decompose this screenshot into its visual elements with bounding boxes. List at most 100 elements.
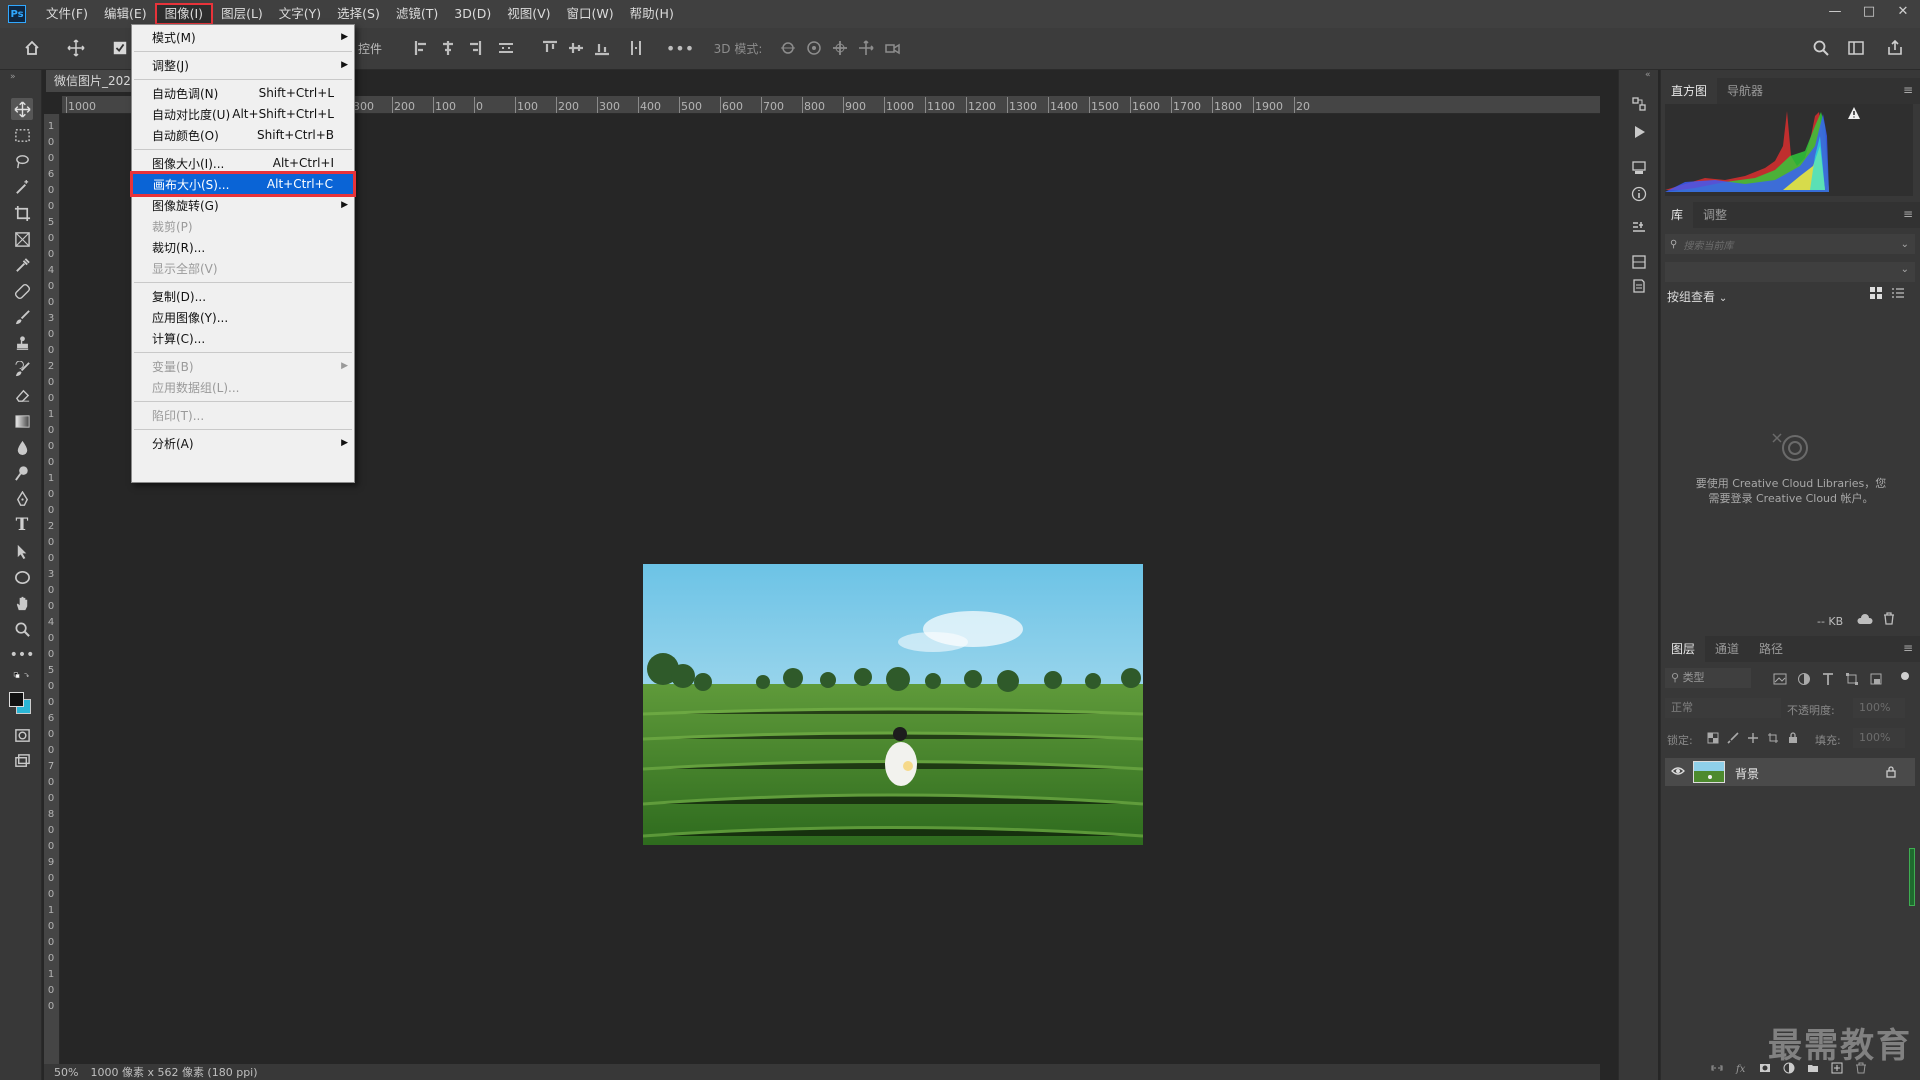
layer-row[interactable]: 背景 xyxy=(1665,758,1915,786)
tab-libraries[interactable]: 库 xyxy=(1661,202,1694,228)
tab-histogram[interactable]: 直方图 xyxy=(1661,78,1718,104)
screen-mode-icon[interactable] xyxy=(11,750,33,772)
tab-navigator[interactable]: 导航器 xyxy=(1717,78,1773,104)
blur-tool-icon[interactable] xyxy=(11,436,33,458)
path-selection-tool-icon[interactable] xyxy=(11,540,33,562)
align-left-icon[interactable] xyxy=(412,36,432,60)
menu-9[interactable]: 窗口(W) xyxy=(559,3,622,25)
trash-icon[interactable] xyxy=(1883,612,1895,628)
lasso-tool-icon[interactable] xyxy=(11,150,33,172)
foreground-color-swatch[interactable] xyxy=(9,692,24,707)
align-middle-icon[interactable] xyxy=(566,36,586,60)
layers-menu-icon[interactable]: ≡ xyxy=(1903,641,1913,655)
histogram-menu-icon[interactable]: ≡ xyxy=(1903,83,1913,97)
align-right-icon[interactable] xyxy=(464,36,484,60)
move-tool-preset-icon[interactable] xyxy=(62,36,90,60)
document-tab[interactable]: 微信图片_202 xyxy=(46,70,136,92)
link-layers-icon[interactable] xyxy=(1711,1062,1723,1074)
image-menu-item-12[interactable]: 裁切(R)... xyxy=(132,237,354,257)
blend-mode-dropdown[interactable]: 正常 xyxy=(1665,698,1781,718)
library-menu-icon[interactable]: ≡ xyxy=(1903,207,1913,221)
pen-tool-icon[interactable] xyxy=(11,488,33,510)
home-icon[interactable] xyxy=(20,36,44,60)
notes-panel-icon[interactable] xyxy=(1629,276,1649,296)
crop-tool-icon[interactable] xyxy=(11,202,33,224)
pixel-layer-filter-icon[interactable] xyxy=(1773,672,1787,686)
edit-toolbar-icon[interactable]: ••• xyxy=(10,644,35,666)
list-view-icon[interactable] xyxy=(1891,286,1905,303)
pan-3d-icon[interactable] xyxy=(830,36,850,60)
image-menu-item-6[interactable]: 自动颜色(O) Shift+Ctrl+B xyxy=(132,125,354,145)
zoom-level[interactable]: 50% xyxy=(54,1066,78,1079)
eye-icon[interactable] xyxy=(1671,765,1685,780)
gradient-tool-icon[interactable] xyxy=(11,410,33,432)
healing-brush-tool-icon[interactable] xyxy=(11,280,33,302)
fx-icon[interactable]: fx xyxy=(1735,1062,1747,1074)
menu-1[interactable]: 编辑(E) xyxy=(96,3,155,25)
menu-10[interactable]: 帮助(H) xyxy=(622,3,682,25)
clone-stamp-tool-icon[interactable] xyxy=(11,332,33,354)
foreground-background-colors[interactable] xyxy=(9,692,31,714)
opacity-input[interactable]: 100% xyxy=(1853,698,1905,718)
image-menu-item-10[interactable]: 图像旋转(G) ▶ xyxy=(132,195,354,215)
image-menu-item-16[interactable]: 应用图像(Y)... xyxy=(132,307,354,327)
auto-select-checkbox[interactable] xyxy=(112,36,128,60)
properties-panel-icon[interactable] xyxy=(1629,218,1649,238)
menu-3[interactable]: 图层(L) xyxy=(213,3,271,25)
actions-play-icon[interactable] xyxy=(1629,122,1649,142)
align-top-icon[interactable] xyxy=(540,36,560,60)
fill-input[interactable]: 100% xyxy=(1853,728,1905,748)
close-button[interactable]: ✕ xyxy=(1886,0,1920,22)
distribute-vertical-icon[interactable] xyxy=(626,36,646,60)
zoom-tool-icon[interactable] xyxy=(11,618,33,640)
align-bottom-icon[interactable] xyxy=(592,36,612,60)
cache-warning-icon[interactable] xyxy=(1847,106,1861,123)
lock-transparent-pixels-icon[interactable] xyxy=(1707,732,1719,744)
marquee-tool-icon[interactable] xyxy=(11,124,33,146)
brush-tool-icon[interactable] xyxy=(11,306,33,328)
share-icon[interactable] xyxy=(1884,36,1906,60)
eyedropper-tool-icon[interactable] xyxy=(11,254,33,276)
image-menu-item-5[interactable]: 自动对比度(U) Alt+Shift+Ctrl+L xyxy=(132,104,354,124)
align-center-icon[interactable] xyxy=(438,36,458,60)
eraser-tool-icon[interactable] xyxy=(11,384,33,406)
menu-8[interactable]: 视图(V) xyxy=(499,3,558,25)
image-menu-item-8[interactable]: 图像大小(I)... Alt+Ctrl+I xyxy=(132,153,354,173)
lock-all-icon[interactable] xyxy=(1787,732,1799,744)
image-menu-item-17[interactable]: 计算(C)... xyxy=(132,328,354,348)
library-search-input[interactable]: ⚲ 搜索当前库 ⌄ xyxy=(1665,234,1915,254)
ellipse-tool-icon[interactable] xyxy=(11,566,33,588)
lock-position-icon[interactable] xyxy=(1747,732,1759,744)
tab-paths[interactable]: 路径 xyxy=(1749,636,1793,662)
distribute-horizontal-icon[interactable] xyxy=(496,36,516,60)
maximize-button[interactable]: □ xyxy=(1852,0,1886,22)
image-menu-item-15[interactable]: 复制(D)... xyxy=(132,286,354,306)
lock-image-pixels-icon[interactable] xyxy=(1727,732,1739,744)
grid-view-icon[interactable] xyxy=(1869,286,1883,303)
search-icon[interactable] xyxy=(1810,36,1832,60)
menu-0[interactable]: 文件(F) xyxy=(38,3,96,25)
lock-artboard-icon[interactable] xyxy=(1767,732,1779,744)
color-panel-icon[interactable] xyxy=(1629,158,1649,178)
cloud-sync-icon[interactable] xyxy=(1857,613,1873,628)
tab-channels[interactable]: 通道 xyxy=(1705,636,1749,662)
swatches-panel-icon[interactable] xyxy=(1629,252,1649,272)
library-select-dropdown[interactable]: ⌄ xyxy=(1665,262,1915,282)
roll-3d-icon[interactable] xyxy=(804,36,824,60)
move-tool-icon[interactable] xyxy=(11,98,33,120)
menu-6[interactable]: 滤镜(T) xyxy=(388,3,446,25)
hand-tool-icon[interactable] xyxy=(11,592,33,614)
type-layer-filter-icon[interactable] xyxy=(1821,672,1835,686)
history-brush-tool-icon[interactable] xyxy=(11,358,33,380)
adjustment-layer-filter-icon[interactable] xyxy=(1797,672,1811,686)
image-menu-item-9[interactable]: 画布大小(S)... Alt+Ctrl+C xyxy=(130,171,356,197)
more-options-icon[interactable]: ••• xyxy=(666,36,694,60)
menu-7[interactable]: 3D(D) xyxy=(446,3,499,25)
orbit-3d-icon[interactable] xyxy=(778,36,798,60)
quick-mask-icon[interactable] xyxy=(11,724,33,746)
collapse-toolbar-icon[interactable]: » xyxy=(10,72,16,82)
smart-object-filter-icon[interactable] xyxy=(1869,672,1883,686)
menu-4[interactable]: 文字(Y) xyxy=(271,3,329,25)
info-panel-icon[interactable] xyxy=(1629,184,1649,204)
image-menu-item-4[interactable]: 自动色调(N) Shift+Ctrl+L xyxy=(132,83,354,103)
